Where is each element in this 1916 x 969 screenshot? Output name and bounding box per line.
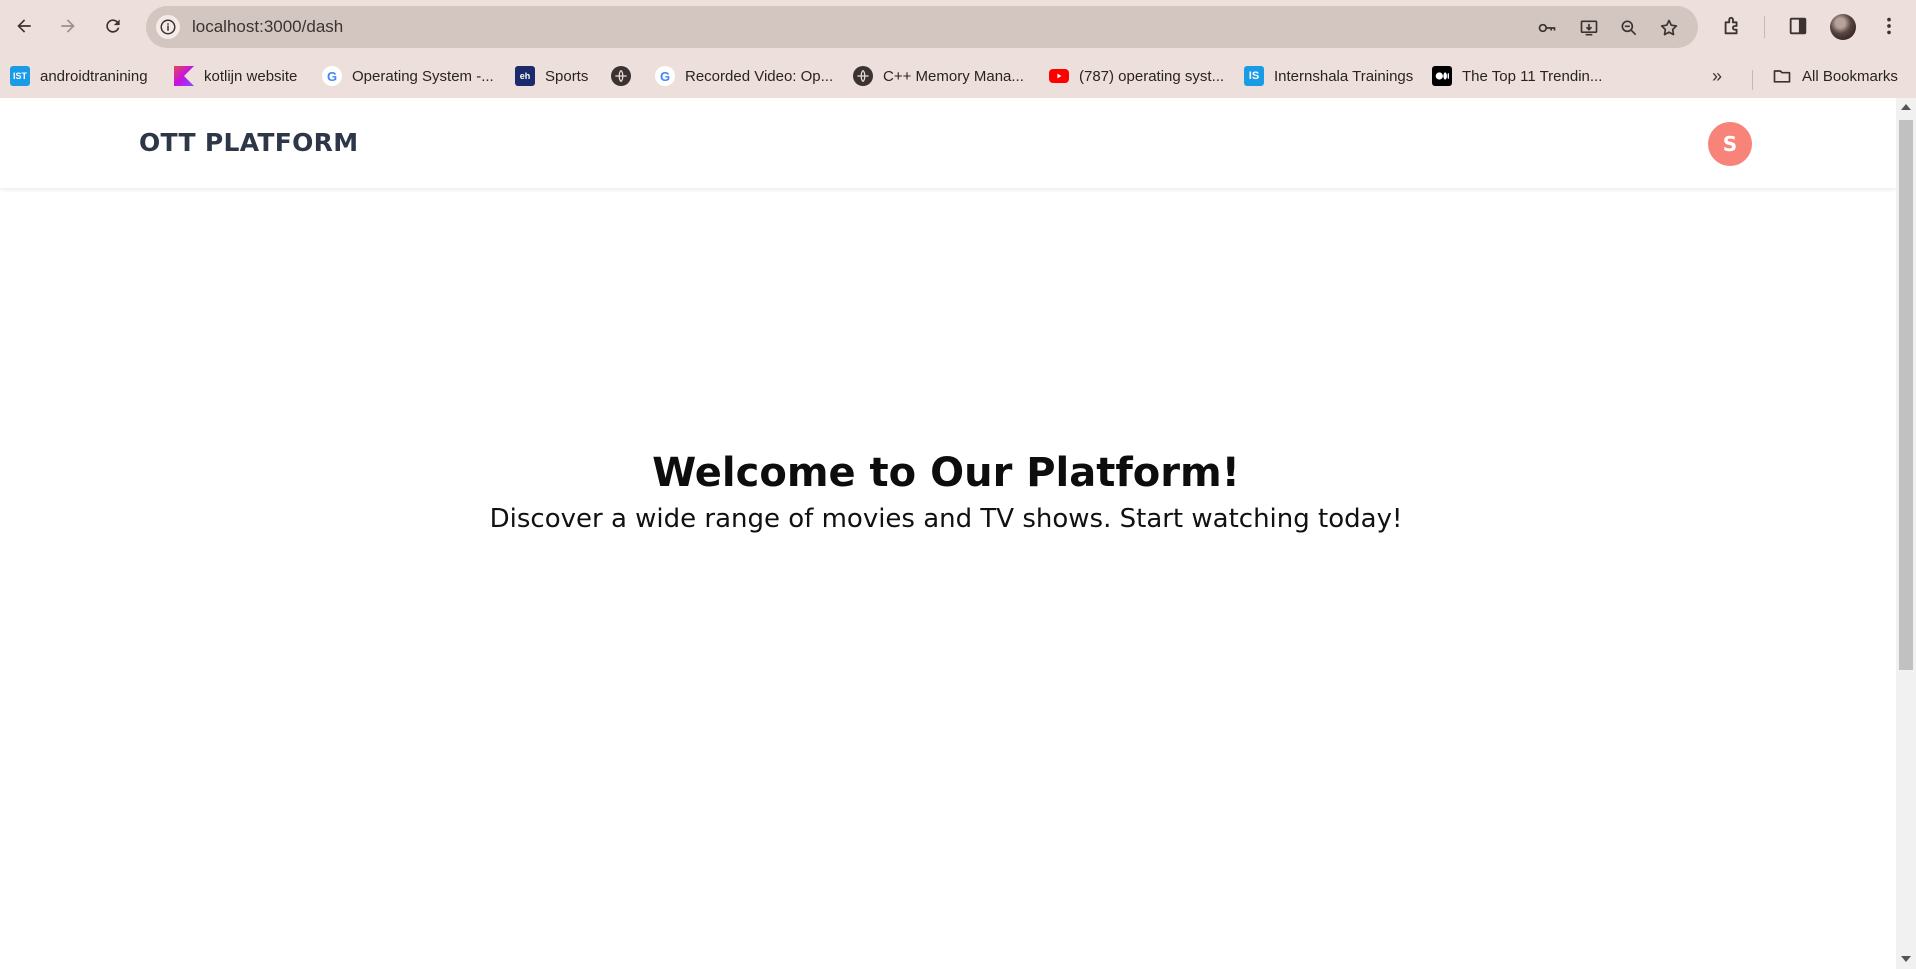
bookmark-label: C++ Memory Mana...	[883, 67, 1024, 85]
bookmark-item[interactable]: (787) operating syst...	[1049, 64, 1224, 88]
bookmark-label: (787) operating syst...	[1079, 67, 1225, 85]
scroll-down-arrow-icon[interactable]	[1901, 956, 1911, 962]
app-header: OTT PLATFORM S	[0, 98, 1896, 188]
address-bar[interactable]: localhost:3000/dash	[146, 6, 1698, 48]
hero-title: Welcome to Our Platform!	[652, 450, 1240, 496]
bookmark-item[interactable]: eh Sports	[515, 64, 588, 88]
bookmark-item[interactable]	[611, 64, 631, 88]
url-text[interactable]: localhost:3000/dash	[192, 17, 343, 37]
toolbar-divider	[1764, 16, 1765, 38]
google-icon: G	[322, 66, 342, 86]
user-avatar[interactable]: S	[1708, 122, 1752, 166]
globe-icon	[611, 66, 631, 86]
bookmark-item[interactable]: G Recorded Video: Op...	[655, 64, 833, 88]
all-bookmarks-button[interactable]: All Bookmarks	[1772, 64, 1898, 88]
bookmark-item[interactable]: IST androidtranining	[10, 64, 148, 88]
extensions-icon[interactable]	[1719, 13, 1745, 39]
back-button[interactable]	[10, 12, 38, 40]
bookmark-item[interactable]: The Top 11 Trendin...	[1432, 64, 1602, 88]
kotlin-icon	[174, 66, 194, 86]
side-panel-icon[interactable]	[1785, 13, 1811, 39]
bookmark-item[interactable]: IS Internshala Trainings	[1244, 64, 1413, 88]
brand-title[interactable]: OTT PLATFORM	[139, 128, 358, 157]
browser-toolbar: localhost:3000/dash	[0, 0, 1916, 54]
profile-avatar[interactable]	[1830, 14, 1856, 40]
bookmark-label: Recorded Video: Op...	[685, 67, 834, 85]
bookmarks-bar: IST androidtranining kotlijn website G O…	[0, 54, 1916, 98]
star-icon[interactable]	[1658, 17, 1680, 39]
bookmark-label: The Top 11 Trendin...	[1462, 67, 1603, 85]
folder-icon	[1772, 66, 1792, 86]
key-icon[interactable]	[1536, 17, 1558, 39]
arrow-right-icon	[61, 19, 75, 33]
scroll-up-arrow-icon[interactable]	[1901, 104, 1911, 110]
zoom-icon[interactable]	[1618, 17, 1640, 39]
kebab-menu-icon[interactable]	[1876, 13, 1902, 39]
bookmark-item[interactable]: kotlijn website	[174, 64, 297, 88]
youtube-icon	[1049, 69, 1069, 83]
internshala-icon: IS	[1244, 66, 1264, 86]
arrow-left-icon	[17, 19, 31, 33]
scroll-thumb[interactable]	[1899, 120, 1913, 670]
forward-button[interactable]	[54, 12, 82, 40]
reload-button[interactable]	[99, 12, 127, 40]
page-content: OTT PLATFORM S Welcome to Our Platform! …	[0, 98, 1896, 969]
medium-icon	[1432, 66, 1452, 86]
install-app-icon[interactable]	[1578, 17, 1600, 39]
vertical-scrollbar[interactable]	[1896, 98, 1916, 969]
ist-icon: IST	[10, 66, 30, 86]
more-bookmarks-button[interactable]: »	[1712, 66, 1722, 87]
all-bookmarks-label: All Bookmarks	[1802, 67, 1898, 85]
google-icon: G	[655, 66, 675, 86]
site-info-icon[interactable]	[156, 15, 180, 39]
bookmark-label: androidtranining	[40, 67, 148, 85]
bookmark-label: Operating System -...	[352, 67, 494, 85]
sports-site-icon: eh	[515, 66, 535, 86]
bookmark-label: kotlijn website	[204, 67, 298, 85]
hero-subtitle: Discover a wide range of movies and TV s…	[489, 504, 1403, 534]
globe-icon	[853, 66, 873, 86]
bookmark-item[interactable]: C++ Memory Mana...	[853, 64, 1024, 88]
bookmark-label: Sports	[545, 67, 589, 85]
bookmark-label: Internshala Trainings	[1274, 67, 1414, 85]
bookmarks-divider	[1752, 70, 1753, 90]
reload-icon	[106, 19, 120, 33]
bookmark-item[interactable]: G Operating System -...	[322, 64, 494, 88]
